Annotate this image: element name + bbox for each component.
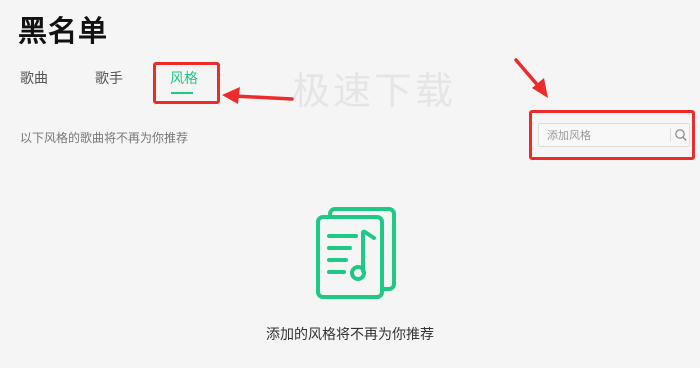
annotation-arrow-left xyxy=(222,87,294,104)
annotation-box-search xyxy=(529,110,695,160)
tab-artists[interactable]: 歌手 xyxy=(95,68,123,88)
annotation-box-tab xyxy=(153,62,220,104)
annotation-arrow-down xyxy=(514,58,548,98)
tab-songs[interactable]: 歌曲 xyxy=(20,68,48,88)
hint-text: 以下风格的歌曲将不再为你推荐 xyxy=(20,131,189,145)
page-title: 黑名单 xyxy=(18,14,109,48)
watermark: 极速下载 xyxy=(292,69,457,113)
empty-state-message: 添加的风格将不再为你推荐 xyxy=(266,327,434,343)
music-document-icon xyxy=(312,203,402,299)
